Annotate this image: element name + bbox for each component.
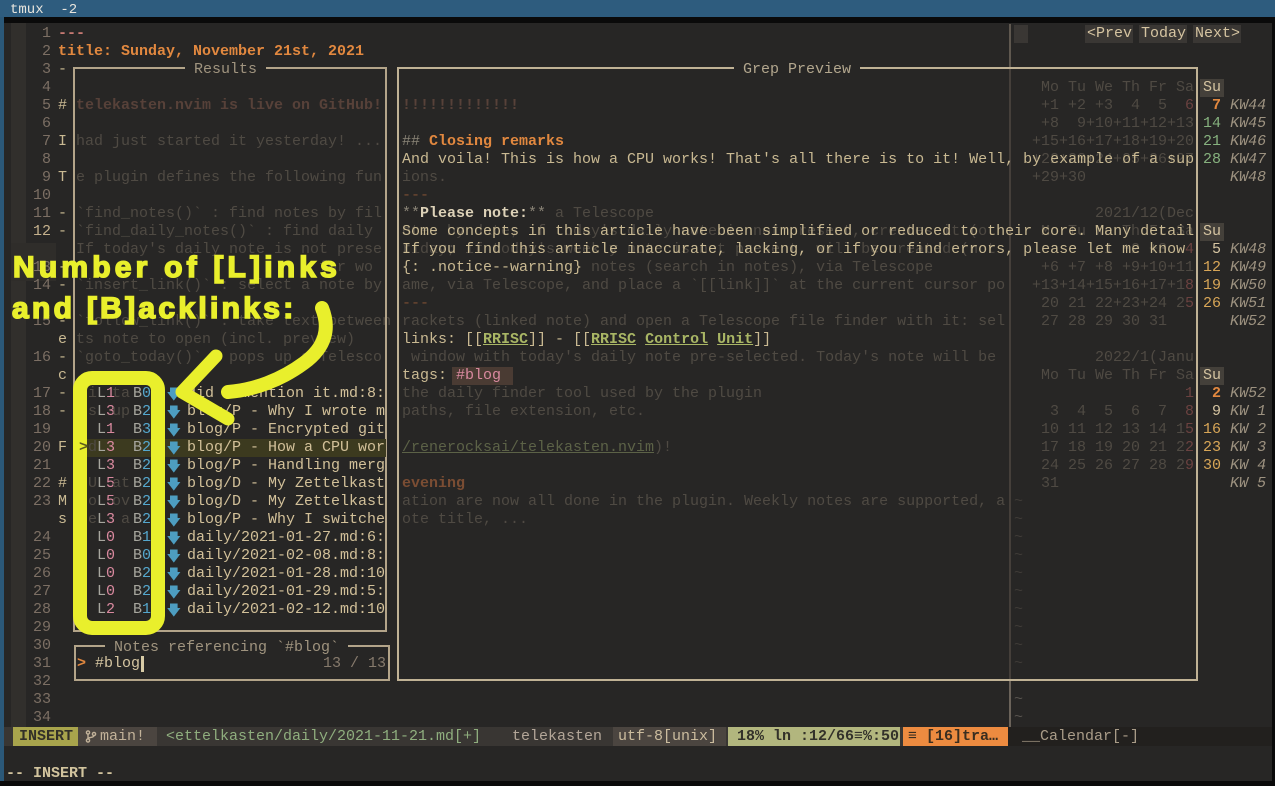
svg-text:Number of [L]inks: Number of [L]inks [13, 251, 341, 284]
svg-text:and [B]acklinks:: and [B]acklinks: [12, 292, 297, 325]
